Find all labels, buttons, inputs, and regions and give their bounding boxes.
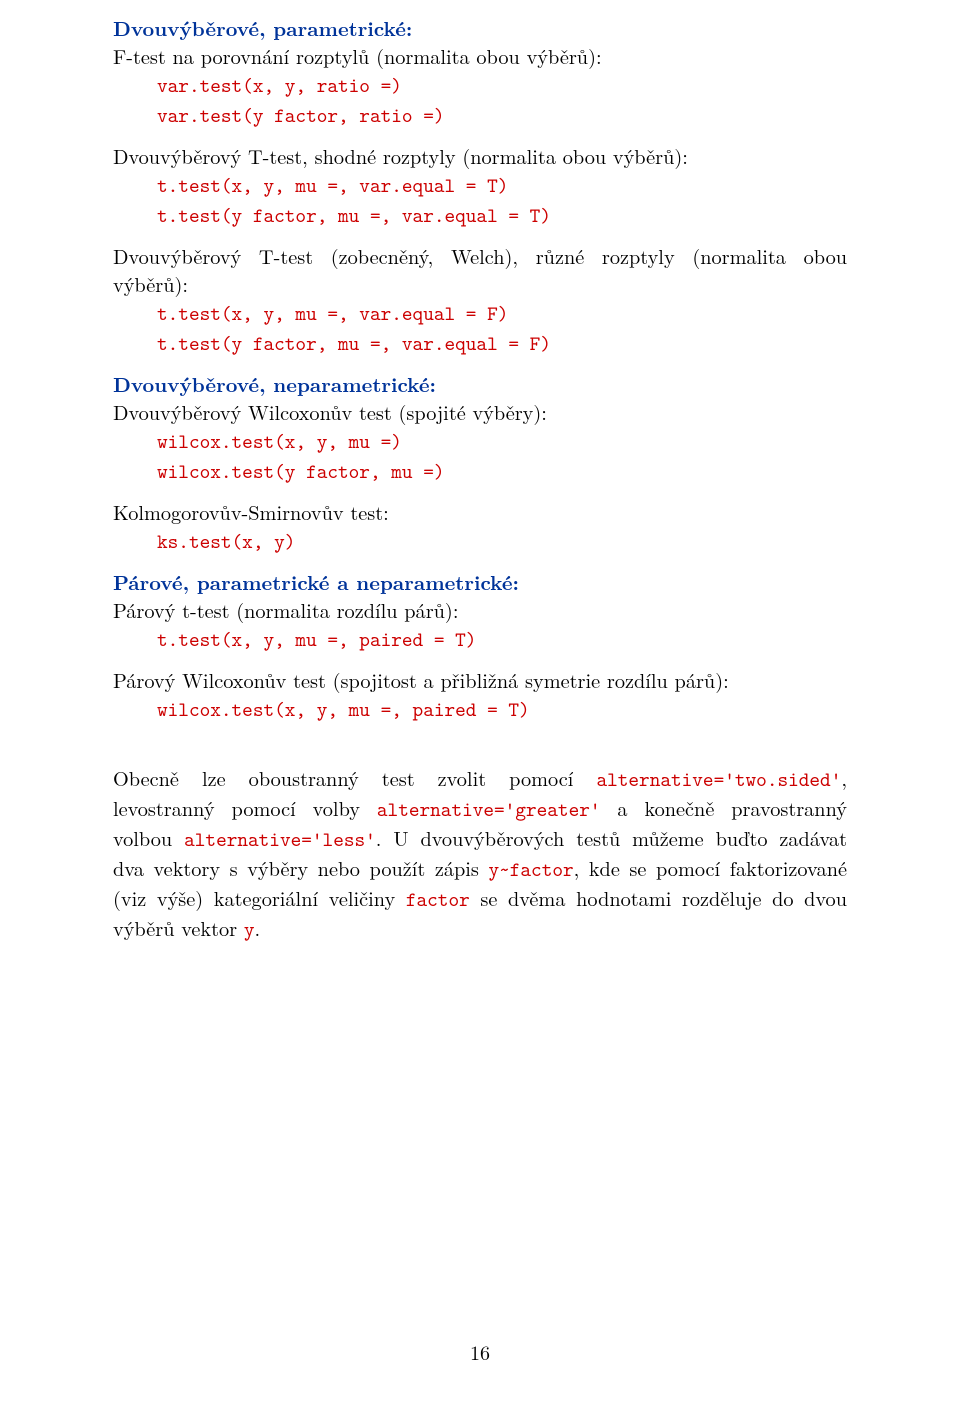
intro-text: Párový t-test (normalita rozdílu párů):: [113, 595, 458, 624]
section-ttest-welch: Dvouvýběrový T-test (zobecněný, Welch), …: [113, 242, 847, 358]
intro-text: Kolmogorovův-Smirnovův test:: [113, 497, 389, 526]
intro-text: Dvouvýběrový T-test, shodné rozptyly (no…: [113, 141, 688, 170]
code-line: var.test(y factor, ratio =): [157, 102, 445, 130]
heading-text: Dvouvýběrové, parametrické:: [113, 13, 412, 42]
para-text: Obecně lze oboustranný test zvolit pomoc…: [113, 763, 596, 792]
inline-code: y~factor: [488, 856, 573, 883]
code-line: ks.test(x, y): [157, 528, 295, 556]
code-line: var.test(x, y, ratio =): [157, 72, 402, 100]
heading-text: Párové, parametrické a neparametrické:: [113, 567, 519, 596]
code-line: t.test(x, y, mu =, var.equal = F): [157, 300, 508, 328]
para-text: .: [255, 913, 261, 942]
section-parove: Párové, parametrické a neparametrické: P…: [113, 568, 847, 654]
page-number: 16: [0, 1338, 960, 1366]
heading-text: Dvouvýběrové, neparametrické:: [113, 369, 436, 398]
intro-text: Párový Wilcoxonův test (spojitost a přib…: [113, 665, 729, 694]
intro-text: F-test na porovnání rozptylů (normalita …: [113, 41, 602, 70]
intro-text: Dvouvýběrový Wilcoxonův test (spojité vý…: [113, 397, 547, 426]
inline-code: y: [244, 916, 255, 943]
section-ttest-shodne: Dvouvýběrový T-test, shodné rozptyly (no…: [113, 142, 847, 230]
section-dvouvyberove-neparametricke: Dvouvýběrové, neparametrické: Dvouvýběro…: [113, 370, 847, 486]
code-line: t.test(x, y, mu =, var.equal = T): [157, 172, 508, 200]
code-line: t.test(y factor, mu =, var.equal = T): [157, 202, 551, 230]
inline-code: factor: [406, 886, 470, 913]
code-line: t.test(y factor, mu =, var.equal = F): [157, 330, 551, 358]
explanatory-paragraph: Obecně lze oboustranný test zvolit pomoc…: [113, 764, 847, 944]
section-ks-test: Kolmogorovův-Smirnovův test: ks.test(x, …: [113, 498, 847, 556]
intro-text: Dvouvýběrový T-test (zobecněný, Welch), …: [113, 241, 847, 298]
code-line: t.test(x, y, mu =, paired = T): [157, 626, 476, 654]
section-dvouvyberove-parametricke: Dvouvýběrové, parametrické: F-test na po…: [113, 14, 847, 130]
inline-code: alternative='two.sided': [596, 766, 841, 793]
inline-code: alternative='less': [184, 826, 376, 853]
inline-code: alternative='greater': [377, 796, 601, 823]
code-line: wilcox.test(x, y, mu =, paired = T): [157, 696, 530, 724]
code-line: wilcox.test(y factor, mu =): [157, 458, 445, 486]
code-line: wilcox.test(x, y, mu =): [157, 428, 402, 456]
section-parovy-wilcoxon: Párový Wilcoxonův test (spojitost a přib…: [113, 666, 847, 724]
document-page: Dvouvýběrové, parametrické: F-test na po…: [0, 0, 960, 1420]
